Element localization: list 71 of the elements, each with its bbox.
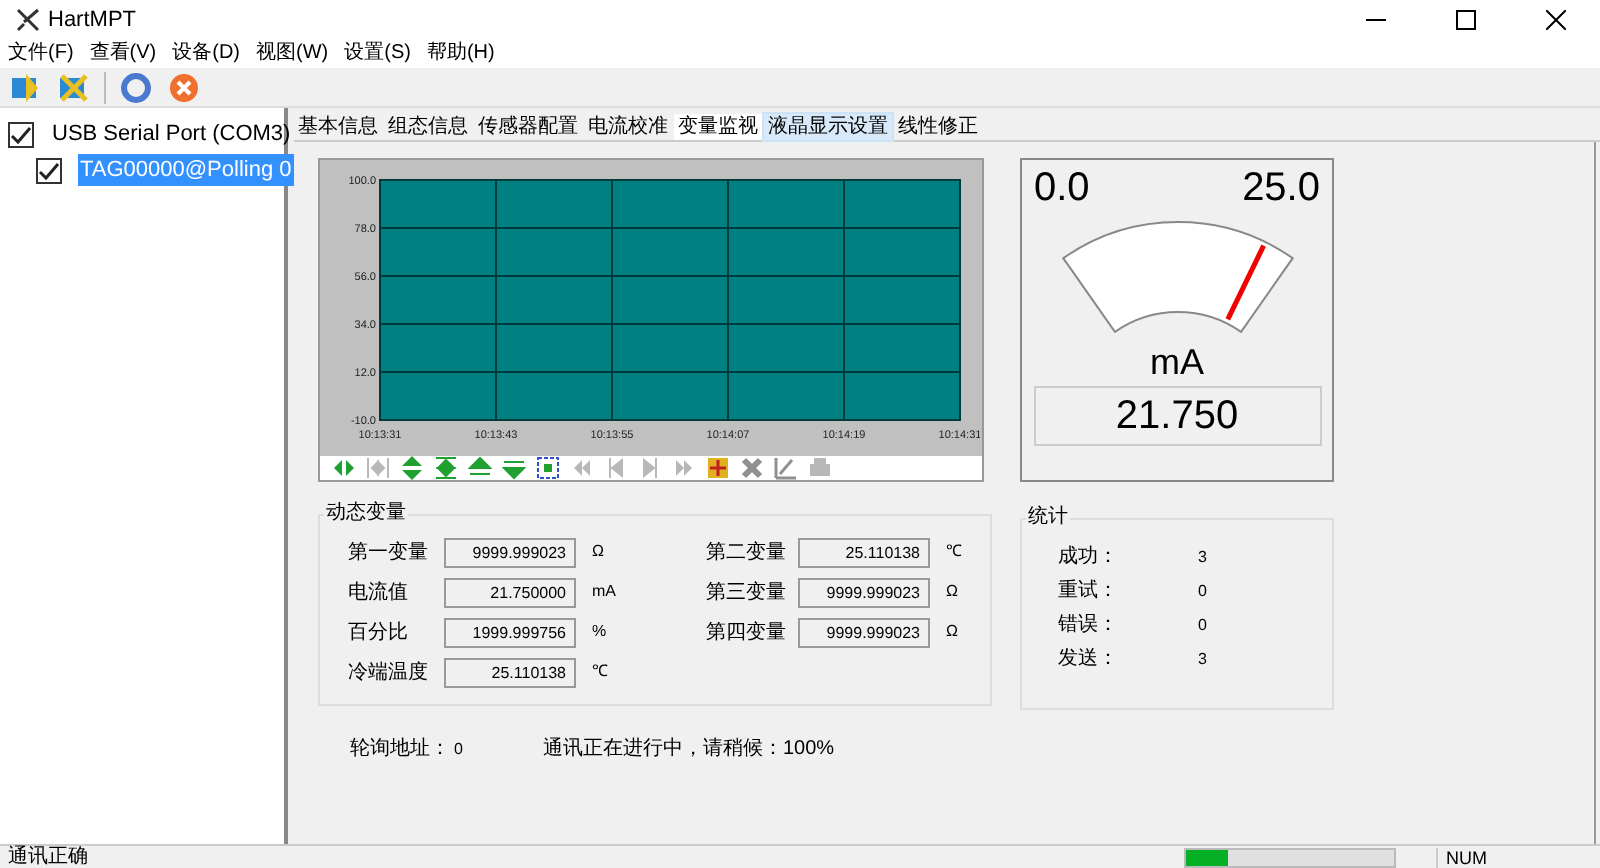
double-arrow-icon[interactable]	[332, 456, 356, 480]
disconnect-icon[interactable]	[56, 69, 92, 105]
value-field: 9999.999023	[444, 537, 576, 567]
menu-item[interactable]: 查看(V)	[89, 42, 157, 66]
stat-value: 3	[1198, 545, 1207, 569]
refresh-icon[interactable]	[118, 69, 154, 105]
menu-item[interactable]: 设置(S)	[344, 42, 411, 66]
close-icon[interactable]	[1545, 10, 1565, 30]
variable-label: 第一变量	[348, 539, 430, 567]
num-lock-indicator: NUM	[1436, 847, 1540, 867]
variable-label: 电流值	[348, 579, 410, 607]
menu-item[interactable]: 帮助(H)	[426, 42, 495, 66]
variable-label: 第二变量	[706, 539, 788, 567]
unit-label: %	[592, 620, 607, 644]
value-field: 25.110138	[444, 657, 576, 687]
gauge-reading: 21.750	[1033, 386, 1321, 446]
window-title: HartMPT	[48, 5, 136, 36]
stop-icon[interactable]	[166, 69, 202, 105]
variable-label: 第四变量	[706, 619, 788, 647]
unit-label: ℃	[946, 540, 962, 564]
down-arrow-icon[interactable]	[502, 456, 526, 480]
stat-label: 重试：	[1058, 577, 1120, 606]
tab[interactable]: 变量监视	[674, 114, 762, 140]
maximize-icon[interactable]	[1455, 10, 1475, 30]
app-icon	[16, 8, 40, 32]
group-title: 动态变量	[324, 502, 408, 526]
value-field: 1999.999756	[444, 617, 576, 647]
poll-address-value: 0	[454, 737, 463, 761]
stat-value: 0	[1198, 579, 1207, 603]
tab[interactable]: 组态信息	[384, 114, 472, 140]
variable-label: 百分比	[348, 619, 410, 647]
crosshair-icon[interactable]	[706, 456, 730, 480]
value-field: 9999.999023	[798, 577, 930, 607]
menu-item[interactable]: 文件(F)	[8, 42, 74, 66]
value-field: 9999.999023	[798, 617, 930, 647]
tab[interactable]: 基本信息	[294, 114, 382, 140]
tree-checkbox[interactable]	[8, 121, 34, 147]
tree-checkbox[interactable]	[36, 157, 62, 183]
progress-message: 通讯正在进行中，请稍候：100%	[542, 735, 835, 764]
vertical-arrows-icon[interactable]	[400, 456, 424, 480]
value-field: 25.110138	[798, 537, 930, 567]
group-title: 统计	[1026, 506, 1070, 530]
unit-label: ℃	[592, 660, 608, 684]
variable-label: 第三变量	[706, 579, 788, 607]
status-message: 通讯正确	[6, 846, 88, 868]
tab[interactable]: 电流校准	[584, 114, 672, 140]
unit-label: Ω	[946, 620, 958, 644]
unit-label: Ω	[946, 580, 958, 604]
up-arrow-icon[interactable]	[468, 456, 492, 480]
stat-label: 成功：	[1058, 543, 1120, 572]
stat-label: 发送：	[1058, 646, 1120, 674]
stat-label: 错误：	[1058, 612, 1120, 640]
tab[interactable]: 线性修正	[894, 114, 982, 140]
tab[interactable]: 液晶显示设置	[764, 114, 892, 140]
tree-item[interactable]: USB Serial Port (COM3)	[50, 117, 293, 151]
unit-label: Ω	[592, 540, 604, 564]
gauge-max-label: 25.0	[1242, 164, 1320, 212]
vertical-bracket-icon[interactable]	[434, 456, 458, 480]
tab[interactable]: 传感器配置	[474, 114, 582, 140]
zoom-box-icon[interactable]	[536, 456, 560, 480]
gauge-min-label: 0.0	[1034, 164, 1090, 212]
value-field: 21.750000	[444, 577, 576, 607]
gauge-unit: mA	[1150, 340, 1204, 384]
poll-address-label: 轮询地址：	[350, 735, 450, 764]
menu-item[interactable]: 设备(D)	[172, 42, 241, 66]
connect-icon[interactable]	[8, 69, 44, 105]
stat-value: 3	[1198, 647, 1207, 671]
unit-label: mA	[592, 580, 616, 604]
menu-item[interactable]: 视图(W)	[256, 42, 329, 66]
stat-value: 0	[1198, 613, 1207, 637]
variable-label: 冷端温度	[348, 659, 430, 687]
